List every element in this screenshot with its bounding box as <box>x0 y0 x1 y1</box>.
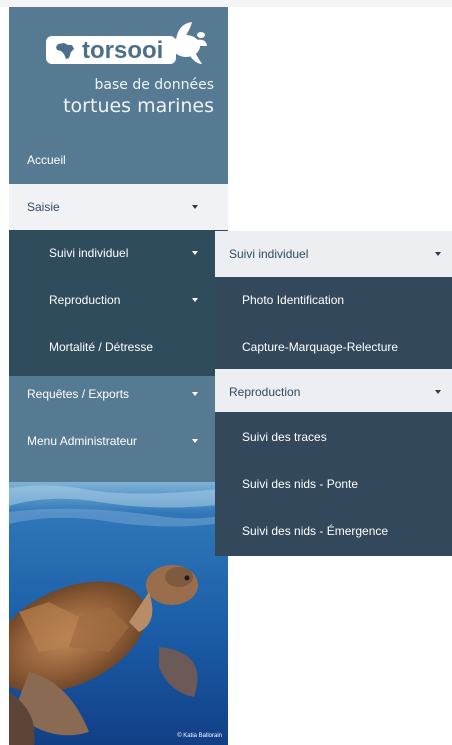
nav-item-saisie[interactable]: Saisie <box>9 184 228 230</box>
logo-subtitle-line2: tortues marines <box>63 95 214 117</box>
turtle-logo-icon <box>172 22 207 64</box>
flyout-item-label: Suivi des nids - Ponte <box>242 477 359 491</box>
nav-item-accueil[interactable]: Accueil <box>9 137 228 183</box>
sidebar: torsooi base de données tortues marines … <box>9 7 228 745</box>
caret-down-icon <box>435 252 441 256</box>
logo-badge: torsooi <box>46 36 176 64</box>
saisie-submenu: Suivi individuel Reproduction Mortalité … <box>9 230 228 376</box>
flyout-item-label: Photo Identification <box>242 293 345 307</box>
nav-item-label: Requêtes / Exports <box>27 387 130 401</box>
flyout-item-capture-marquage-relecture[interactable]: Capture-Marquage-Relecture <box>215 324 452 370</box>
flyout-item-label: Capture-Marquage-Relecture <box>242 340 399 354</box>
africa-map-icon <box>56 43 74 59</box>
flyout-item-photo-identification[interactable]: Photo Identification <box>215 277 452 323</box>
flyout-item-label: Suivi des nids - Émergence <box>242 524 389 538</box>
submenu-item-label: Mortalité / Détresse <box>49 340 154 354</box>
flyout-item-suivi-des-traces[interactable]: Suivi des traces <box>215 414 452 460</box>
flyout-panel: Photo Identification Capture-Marquage-Re… <box>215 277 452 372</box>
submenu-item-suivi-individuel[interactable]: Suivi individuel <box>9 230 228 276</box>
sea-turtle-photo: © Katia Ballorain <box>9 482 228 745</box>
logo-subtitle-line1: base de données <box>94 77 215 93</box>
nav-item-label: Saisie <box>27 200 60 214</box>
flyout-item-suivi-des-nids-ponte[interactable]: Suivi des nids - Ponte <box>215 461 452 507</box>
submenu-item-label: Suivi individuel <box>49 246 129 260</box>
nav-item-requetes-exports[interactable]: Requêtes / Exports <box>9 371 228 417</box>
flyout-heading-label: Reproduction <box>229 385 301 399</box>
flyout-heading-reproduction[interactable]: Reproduction <box>215 369 452 415</box>
submenu-item-mortalite[interactable]: Mortalité / Détresse <box>9 324 228 370</box>
flyout-item-label: Suivi des traces <box>242 430 327 444</box>
caret-down-icon <box>192 439 198 443</box>
caret-down-icon <box>192 251 198 255</box>
photo-credit: © Katia Ballorain <box>177 733 222 739</box>
submenu-item-reproduction[interactable]: Reproduction <box>9 277 228 323</box>
nav-item-label: Menu Administrateur <box>27 434 138 448</box>
logo[interactable]: torsooi <box>46 22 207 70</box>
submenu-item-label: Reproduction <box>49 293 121 307</box>
sea-turtle-image <box>9 482 228 745</box>
top-strip <box>0 0 452 7</box>
nav-item-label: Accueil <box>27 153 66 167</box>
flyout-item-suivi-des-nids-emergence[interactable]: Suivi des nids - Émergence <box>215 508 452 554</box>
caret-down-icon <box>192 298 198 302</box>
caret-down-icon <box>192 392 198 396</box>
flyout-heading-label: Suivi individuel <box>229 247 309 261</box>
flyout-heading-suivi-individuel[interactable]: Suivi individuel <box>215 231 452 277</box>
nav-item-menu-administrateur[interactable]: Menu Administrateur <box>9 418 228 464</box>
caret-down-icon <box>435 390 441 394</box>
flyout-panel: Suivi des traces Suivi des nids - Ponte … <box>215 412 452 556</box>
logo-text: torsooi <box>82 37 164 64</box>
caret-down-icon <box>192 205 198 209</box>
